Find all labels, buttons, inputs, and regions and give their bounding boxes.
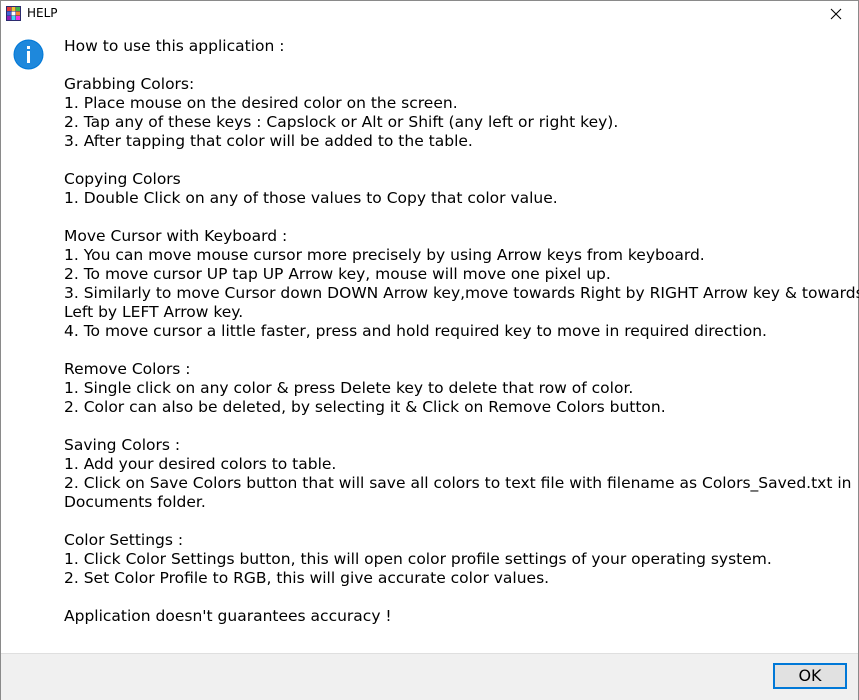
message-line: Application doesn't guarantees accuracy … — [64, 607, 392, 625]
message-line: Grabbing Colors: — [64, 75, 195, 93]
message-line: Copying Colors — [64, 170, 181, 188]
window-title: HELP — [27, 6, 58, 20]
message-heading: How to use this application : — [64, 37, 285, 55]
message-line: Left by LEFT Arrow key. — [64, 303, 244, 321]
info-icon — [13, 39, 44, 70]
message-line: 2. To move cursor UP tap UP Arrow key, m… — [64, 265, 611, 283]
message-line: 1. Double Click on any of those values t… — [64, 189, 558, 207]
message-line: 1. Click Color Settings button, this wil… — [64, 550, 772, 568]
message-line: 2. Color can also be deleted, by selecti… — [64, 398, 666, 416]
message-line: Move Cursor with Keyboard : — [64, 227, 288, 245]
message-line: 2. Click on Save Colors button that will… — [64, 474, 852, 492]
message-line: 2. Set Color Profile to RGB, this will g… — [64, 569, 550, 587]
message-line: 1. Place mouse on the desired color on t… — [64, 94, 458, 112]
message-line: 1. You can move mouse cursor more precis… — [64, 246, 705, 264]
title-bar[interactable]: HELP — [1, 1, 858, 27]
ok-button[interactable]: OK — [773, 663, 847, 689]
message-line: 1. Single click on any color & press Del… — [64, 379, 634, 397]
message-line: 1. Add your desired colors to table. — [64, 455, 337, 473]
dialog-footer: OK — [1, 653, 858, 700]
message-line: 4. To move cursor a little faster, press… — [64, 322, 767, 340]
message-line: 3. Similarly to move Cursor down DOWN Ar… — [64, 284, 859, 302]
help-dialog-window: HELP How to use this application : Grabbi… — [0, 0, 859, 700]
message-line: 3. After tapping that color will be adde… — [64, 132, 473, 150]
app-color-grid-icon — [6, 6, 21, 21]
message-line: 2. Tap any of these keys : Capslock or A… — [64, 113, 619, 131]
help-message: How to use this application : Grabbing Co… — [64, 37, 859, 626]
message-line: Saving Colors : — [64, 436, 181, 454]
message-line: Color Settings : — [64, 531, 184, 549]
dialog-content: How to use this application : Grabbing Co… — [1, 27, 859, 653]
message-line: Documents folder. — [64, 493, 206, 511]
message-line: Remove Colors : — [64, 360, 191, 378]
close-button[interactable] — [814, 1, 858, 27]
close-icon — [830, 5, 842, 24]
